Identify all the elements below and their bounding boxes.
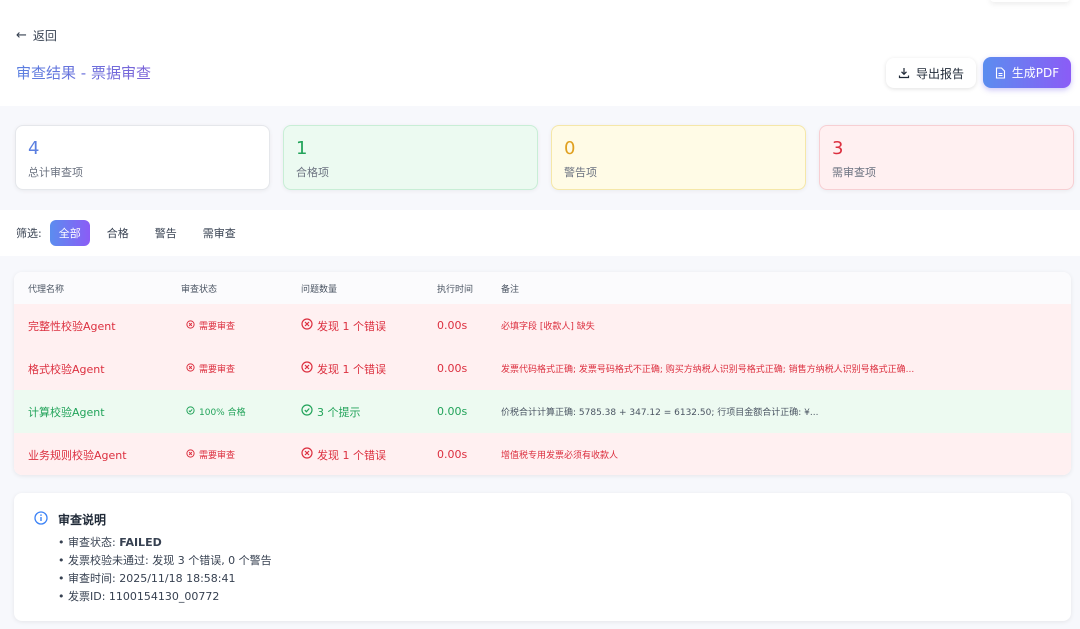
stat-label: 总计审查项 <box>28 166 83 179</box>
stat-value: 3 <box>832 138 844 159</box>
table-row[interactable]: 业务规则校验Agent 需要审查 发现 1 个错误 0.00s 增值税专用发票必… <box>14 433 1071 475</box>
notes-header: 审查说明 <box>34 511 1051 528</box>
notes-item-label: 审查状态: <box>68 536 120 549</box>
notes-item: • 审查时间: 2025/11/18 18:58:41 <box>58 572 236 585</box>
agent-name: 业务规则校验Agent <box>28 448 127 462</box>
filter-chip-review[interactable]: 需审查 <box>194 220 245 246</box>
generate-pdf-button[interactable]: 生成PDF <box>983 57 1071 88</box>
issue-text: 发现 1 个错误 <box>317 362 386 376</box>
exec-time: 0.00s <box>437 405 468 418</box>
status-badge: 需要审查 <box>166 362 287 375</box>
column-header-status[interactable]: 审查状态 <box>166 282 287 295</box>
column-header-time[interactable]: 执行时间 <box>423 282 501 295</box>
file-icon <box>995 66 1006 79</box>
x-circle-icon <box>186 362 195 375</box>
issue-count: 发现 1 个错误 <box>287 447 423 463</box>
column-header-agent[interactable]: 代理名称 <box>14 282 166 295</box>
stat-card-total: 4 总计审查项 <box>15 125 270 190</box>
info-icon <box>34 511 48 528</box>
issue-count: 发现 1 个错误 <box>287 361 423 377</box>
row-note: 发票代码格式正确; 发票号码格式不正确; 购买方纳税人识别号格式正确; 销售方纳… <box>501 365 915 375</box>
stat-label: 合格项 <box>296 166 329 179</box>
notes-title: 审查说明 <box>58 513 107 527</box>
status-text: 100% 合格 <box>199 408 246 418</box>
stat-card-warning: 0 警告项 <box>551 125 806 190</box>
stat-card-review: 3 需审查项 <box>819 125 1074 190</box>
stat-value: 4 <box>28 138 40 159</box>
back-label: 返回 <box>32 29 57 43</box>
notes-item-label: 发票ID: 1100154130_00772 <box>68 590 220 603</box>
row-note: 增值税专用发票必须有收款人 <box>501 451 619 461</box>
notes-item: • 发票ID: 1100154130_00772 <box>58 590 220 603</box>
agent-name: 完整性校验Agent <box>28 319 116 333</box>
x-circle-icon <box>301 447 313 462</box>
issue-count: 3 个提示 <box>287 404 423 420</box>
column-header-note[interactable]: 备注 <box>501 282 1071 295</box>
issue-count: 发现 1 个错误 <box>287 318 423 334</box>
agent-name: 计算校验Agent <box>28 405 105 419</box>
stat-value: 1 <box>296 138 308 159</box>
stat-label: 警告项 <box>564 166 597 179</box>
back-link[interactable]: ← 返回 <box>16 27 57 44</box>
x-circle-icon <box>301 361 313 376</box>
exec-time: 0.00s <box>437 319 468 332</box>
agent-name: 格式校验Agent <box>28 362 105 376</box>
export-report-button[interactable]: 导出报告 <box>886 58 976 88</box>
filter-chip-pass[interactable]: 合格 <box>98 220 138 246</box>
results-table: 代理名称 审查状态 问题数量 执行时间 备注 完整性校验Agent 需要审查 发… <box>14 272 1071 475</box>
notes-item-label: 发票校验未通过: 发现 3 个错误, 0 个警告 <box>68 554 272 567</box>
notes-item-value: FAILED <box>119 536 162 549</box>
status-text: 需要审查 <box>199 365 236 375</box>
notes-item: • 审查状态: FAILED <box>58 536 162 549</box>
stat-value: 0 <box>564 138 576 159</box>
issue-text: 发现 1 个错误 <box>317 448 386 462</box>
stat-label: 需审查项 <box>832 166 876 179</box>
export-report-label: 导出报告 <box>915 66 964 81</box>
page-title: 审查结果 - 票据审查 <box>16 64 151 82</box>
row-note: 必填字段 [收款人] 缺失 <box>501 322 595 332</box>
arrow-left-icon: ← <box>16 28 27 43</box>
status-badge: 需要审查 <box>166 448 287 461</box>
x-circle-icon <box>301 318 313 333</box>
column-header-issues[interactable]: 问题数量 <box>287 282 423 295</box>
filter-chip-all[interactable]: 全部 <box>49 220 90 246</box>
table-row[interactable]: 格式校验Agent 需要审查 发现 1 个错误 0.00s 发票代码格式正确; … <box>14 347 1071 390</box>
row-note: 价税合计计算正确: 5785.38 + 347.12 = 6132.50; 行项… <box>501 408 819 418</box>
header-area: ← 返回 审查结果 - 票据审查 导出报告 生成PDF <box>0 0 1080 106</box>
status-text: 需要审查 <box>199 451 236 461</box>
stats-row: 4 总计审查项 1 合格项 0 警告项 3 需审查项 <box>15 125 1074 190</box>
check-circle-icon <box>186 405 195 418</box>
filter-chip-warning[interactable]: 警告 <box>146 220 186 246</box>
status-badge: 100% 合格 <box>166 405 287 418</box>
x-circle-icon <box>186 448 195 461</box>
download-icon <box>898 67 910 79</box>
notes-item: • 发票校验未通过: 发现 3 个错误, 0 个警告 <box>58 554 272 567</box>
status-text: 需要审查 <box>199 322 236 332</box>
table-header: 代理名称 审查状态 问题数量 执行时间 备注 <box>14 272 1071 304</box>
table-row[interactable]: 完整性校验Agent 需要审查 发现 1 个错误 0.00s 必填字段 [收款人… <box>14 304 1071 347</box>
table-row[interactable]: 计算校验Agent 100% 合格 3 个提示 0.00s 价税合计计算正确: … <box>14 390 1071 433</box>
x-circle-icon <box>186 319 195 332</box>
notes-list: • 审查状态: FAILED • 发票校验未通过: 发现 3 个错误, 0 个警… <box>58 534 1051 606</box>
filter-label: 筛选: <box>16 227 42 240</box>
stat-card-pass: 1 合格项 <box>283 125 538 190</box>
issue-text: 发现 1 个错误 <box>317 319 386 333</box>
exec-time: 0.00s <box>437 448 468 461</box>
check-circle-icon <box>301 404 313 419</box>
review-notes-panel: 审查说明 • 审查状态: FAILED • 发票校验未通过: 发现 3 个错误,… <box>14 493 1071 621</box>
generate-pdf-label: 生成PDF <box>1011 66 1060 80</box>
exec-time: 0.00s <box>437 362 468 375</box>
notes-item-label: 审查时间: 2025/11/18 18:58:41 <box>68 572 236 585</box>
issue-text: 3 个提示 <box>317 405 361 419</box>
top-right-popover-edge <box>990 0 1070 2</box>
status-badge: 需要审查 <box>166 319 287 332</box>
filter-bar: 筛选: 全部 合格 警告 需审查 <box>16 220 245 246</box>
